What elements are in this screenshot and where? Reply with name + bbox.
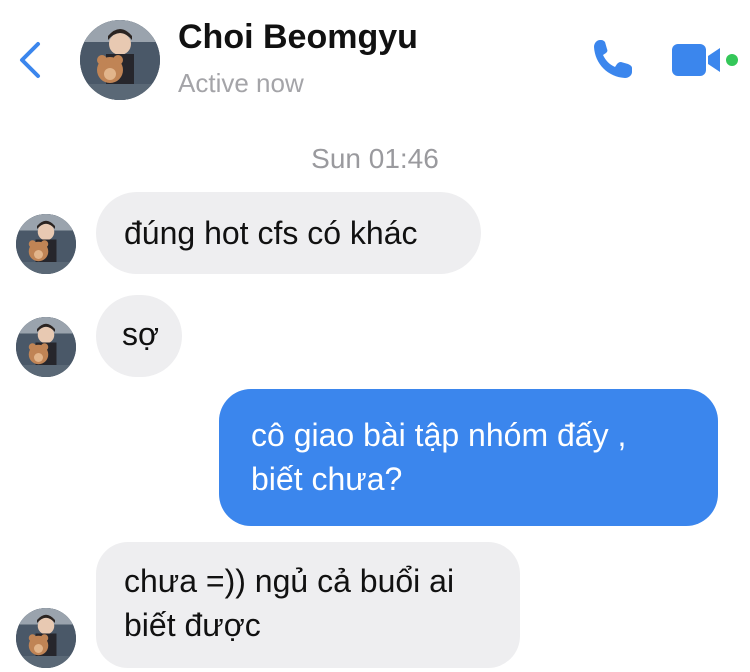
contact-name[interactable]: Choi Beomgyu	[178, 18, 418, 57]
incoming-message[interactable]: đúng hot cfs có khác	[96, 192, 481, 274]
contact-avatar[interactable]	[80, 20, 160, 100]
video-camera-icon[interactable]	[670, 40, 740, 80]
message-text: đúng hot cfs có khác	[124, 215, 418, 251]
message-text-line: biết chưa?	[251, 461, 403, 497]
message-text-line: chưa =)) ngủ cả buổi ai	[124, 563, 455, 599]
incoming-message[interactable]: chưa =)) ngủ cả buổi ai biết được	[96, 542, 520, 668]
contact-avatar-small[interactable]	[16, 608, 76, 668]
phone-icon[interactable]	[590, 36, 636, 82]
chat-header: Choi Beomgyu Active now	[0, 0, 750, 120]
message-text: sợ	[122, 316, 159, 352]
contact-avatar-small[interactable]	[16, 214, 76, 274]
active-status: Active now	[178, 68, 304, 98]
incoming-message[interactable]: sợ	[96, 295, 182, 377]
message-text-line: cô giao bài tập nhóm đấy ,	[251, 417, 627, 453]
message-text-line: biết được	[124, 607, 261, 643]
contact-avatar-small[interactable]	[16, 317, 76, 377]
chevron-left-icon[interactable]	[14, 40, 48, 80]
outgoing-message[interactable]: cô giao bài tập nhóm đấy , biết chưa?	[219, 389, 718, 526]
conversation-timestamp: Sun 01:46	[311, 143, 439, 174]
